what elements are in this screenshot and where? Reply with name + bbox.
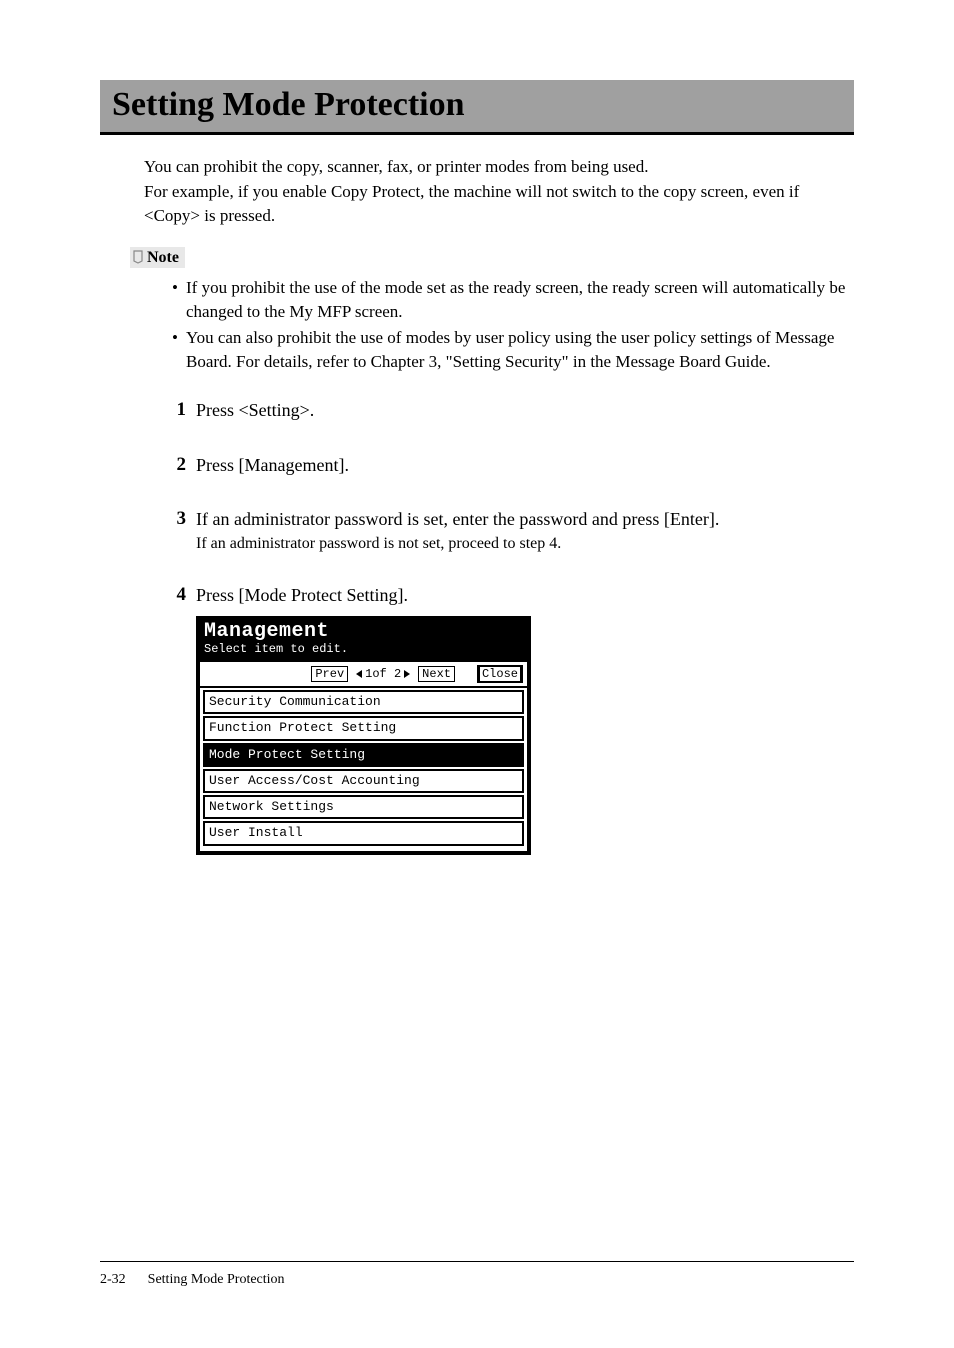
page-indicator-text: 1of 2 xyxy=(365,667,401,681)
step-text: Press <Setting>. xyxy=(196,398,854,422)
lcd-header: Management Select item to edit. xyxy=(200,620,527,660)
lcd-subtitle: Select item to edit. xyxy=(204,642,523,656)
intro-paragraph: You can prohibit the copy, scanner, fax,… xyxy=(144,155,854,229)
menu-item-security-communication[interactable]: Security Communication xyxy=(203,690,524,714)
menu-item-network-settings[interactable]: Network Settings xyxy=(203,795,524,819)
menu-item-user-access-cost-accounting[interactable]: User Access/Cost Accounting xyxy=(203,769,524,793)
menu-item-user-install[interactable]: User Install xyxy=(203,821,524,845)
footer-title: Setting Mode Protection xyxy=(148,1272,285,1288)
page-title: Setting Mode Protection xyxy=(112,86,842,124)
triangle-right-icon xyxy=(404,670,410,678)
step-text: If an administrator password is set, ent… xyxy=(196,507,854,531)
note-label: Note xyxy=(130,247,185,268)
note-label-text: Note xyxy=(147,249,179,266)
step-2: 2 Press [Management]. xyxy=(162,453,854,477)
lcd-menu-list: Security Communication Function Protect … xyxy=(200,690,527,851)
footer-page-number: 2-32 xyxy=(100,1272,126,1288)
lcd-title: Management xyxy=(204,622,523,642)
step-number: 3 xyxy=(162,507,186,531)
lcd-panel: Management Select item to edit. Prev 1of… xyxy=(196,616,531,855)
step-1: 1 Press <Setting>. xyxy=(162,398,854,422)
page-title-bar: Setting Mode Protection xyxy=(100,80,854,135)
page-content: You can prohibit the copy, scanner, fax,… xyxy=(100,155,854,1261)
note-bullet: If you prohibit the use of the mode set … xyxy=(172,276,854,324)
menu-item-function-protect-setting[interactable]: Function Protect Setting xyxy=(203,716,524,740)
lcd-pager: Prev 1of 2 Next Close xyxy=(200,662,527,688)
step-number: 1 xyxy=(162,398,186,422)
next-button[interactable]: Next xyxy=(418,666,455,682)
note-bullet: You can also prohibit the use of modes b… xyxy=(172,326,854,374)
page-footer: 2-32 Setting Mode Protection xyxy=(100,1261,854,1288)
note-bullet-list: If you prohibit the use of the mode set … xyxy=(172,276,854,375)
step-text: Press [Management]. xyxy=(196,453,854,477)
step-number: 2 xyxy=(162,453,186,477)
prev-button[interactable]: Prev xyxy=(311,666,348,682)
step-subtext: If an administrator password is not set,… xyxy=(196,535,854,553)
step-text: Press [Mode Protect Setting]. xyxy=(196,583,854,607)
page-indicator: 1of 2 xyxy=(354,667,412,681)
step-number: 4 xyxy=(162,583,186,607)
note-icon xyxy=(132,250,144,264)
step-3: 3 If an administrator password is set, e… xyxy=(162,507,854,553)
close-button[interactable]: Close xyxy=(477,665,523,683)
triangle-left-icon xyxy=(356,670,362,678)
step-4: 4 Press [Mode Protect Setting]. xyxy=(162,583,854,607)
menu-item-mode-protect-setting[interactable]: Mode Protect Setting xyxy=(203,743,524,767)
